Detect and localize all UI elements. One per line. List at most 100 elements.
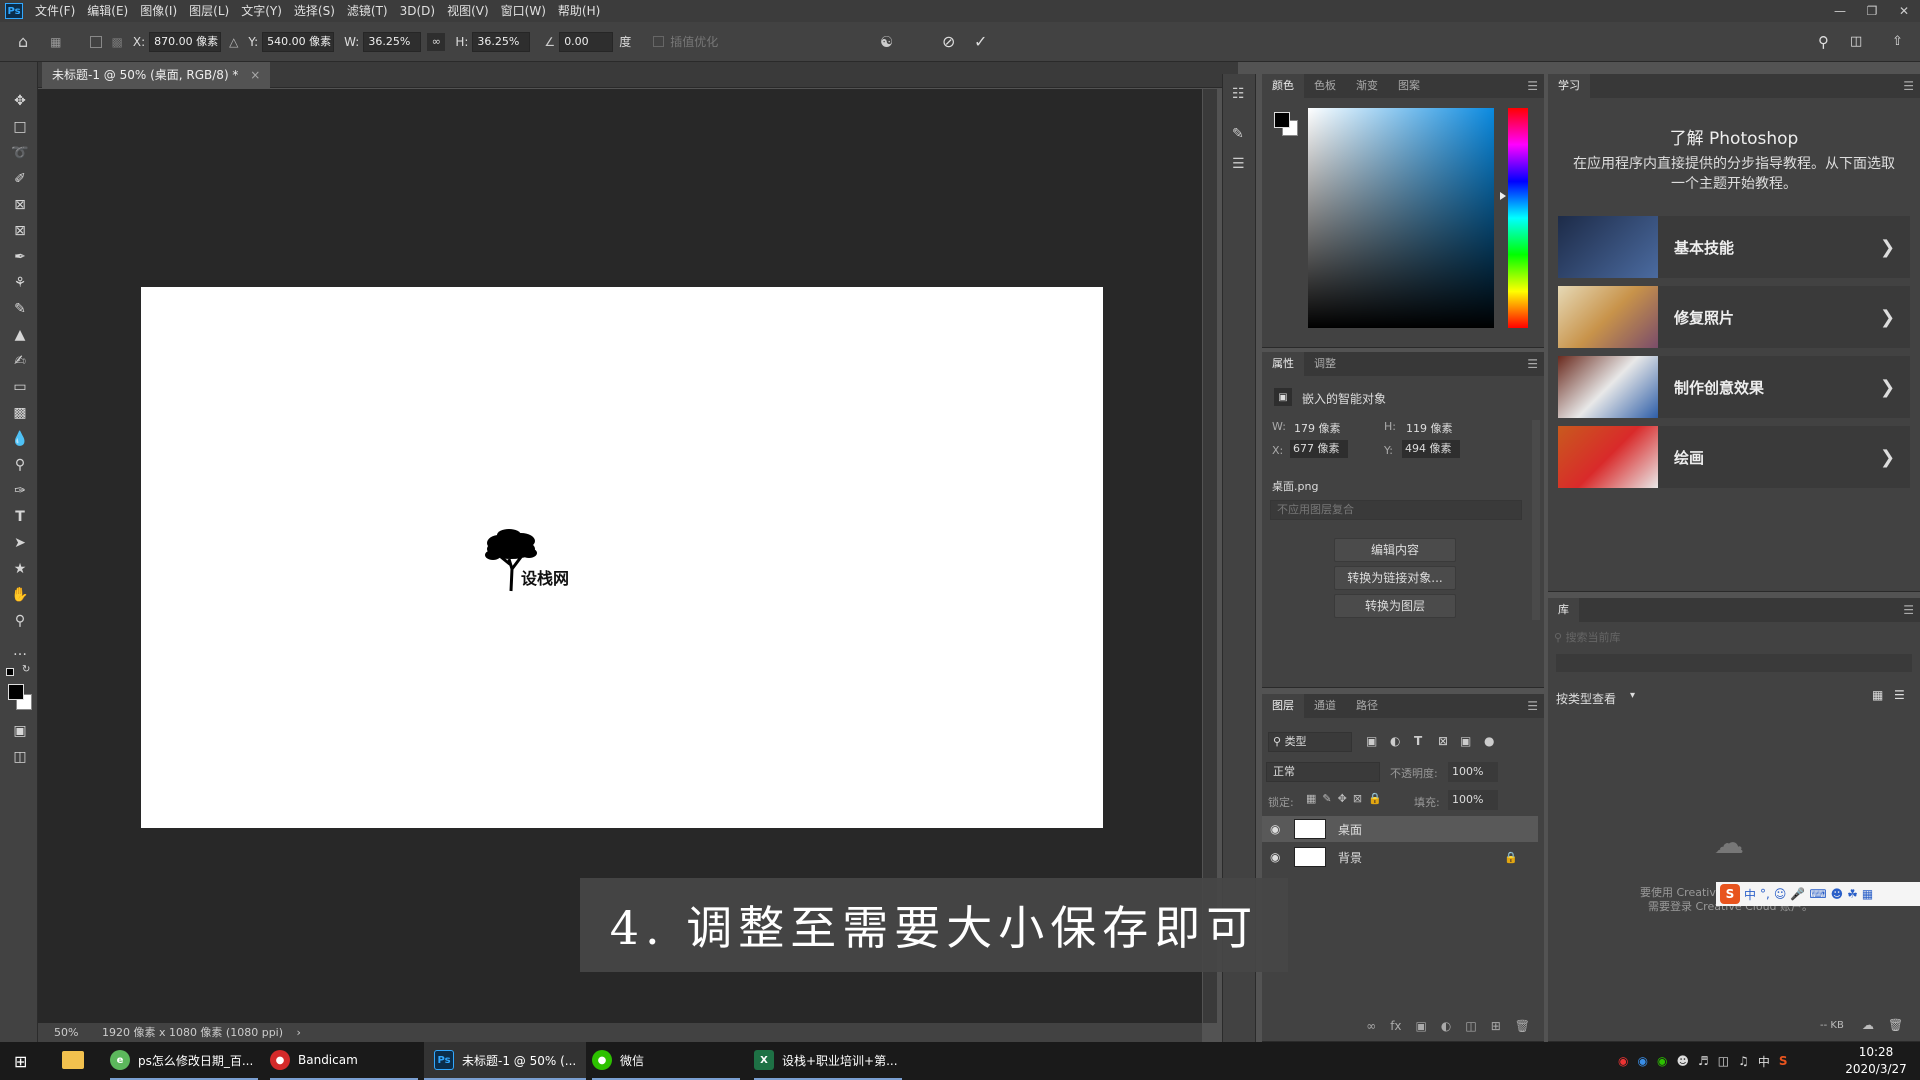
swap-colors-icon[interactable]: ↻	[22, 664, 30, 675]
zoom-level[interactable]: 50%	[54, 1026, 78, 1039]
share-icon[interactable]: ⇧	[1892, 34, 1903, 49]
stamp-tool-icon[interactable]: ▲	[9, 324, 31, 346]
quick-mask-icon[interactable]: ▣	[9, 720, 31, 742]
color-field[interactable]	[1308, 108, 1494, 328]
fill-input[interactable]: 100%	[1448, 790, 1498, 810]
dodge-tool-icon[interactable]: ⚲	[9, 454, 31, 476]
healing-brush-tool-icon[interactable]: ⚘	[9, 272, 31, 294]
library-delete-icon[interactable]: 🗑	[1888, 1018, 1903, 1032]
prop-h-value[interactable]: 119 像素	[1406, 420, 1453, 436]
tray-person-icon[interactable]: ☻	[1676, 1054, 1689, 1068]
ime-skin-icon[interactable]: ☘	[1847, 887, 1858, 901]
restore-icon[interactable]: ❐	[1856, 0, 1888, 22]
edit-contents-button[interactable]: 编辑内容	[1334, 538, 1456, 562]
panel-menu-icon[interactable]: ☰	[1527, 74, 1538, 98]
tray-shield-icon[interactable]: ◉	[1637, 1054, 1647, 1068]
menu-edit[interactable]: 编辑(E)	[81, 0, 134, 22]
panel-foreground-color-swatch[interactable]	[1274, 112, 1290, 128]
add-mask-icon[interactable]: ▣	[1416, 1019, 1427, 1033]
filter-pixel-icon[interactable]: ▣	[1366, 734, 1377, 748]
screen-mode-icon[interactable]: ◫	[9, 746, 31, 768]
taskbar-item-excel[interactable]: X 设栈+职业培训+第...	[754, 1042, 902, 1080]
hue-slider[interactable]	[1508, 108, 1528, 328]
new-layer-icon[interactable]: ⊞	[1491, 1019, 1501, 1033]
close-icon[interactable]: ✕	[1888, 0, 1920, 22]
list-view-icon[interactable]: ☰	[1894, 688, 1905, 702]
tab-layers[interactable]: 图层	[1262, 694, 1304, 718]
taskbar-clock[interactable]: 10:28 2020/3/27	[1840, 1044, 1912, 1078]
learn-card-basic-skills[interactable]: 基本技能 ❯	[1558, 216, 1910, 278]
document-tab[interactable]: 未标题-1 @ 50% (桌面, RGB/8) * ×	[42, 62, 271, 88]
adjustment-layer-icon[interactable]: ◐	[1441, 1019, 1451, 1033]
ime-user-icon[interactable]: ☻	[1831, 887, 1844, 901]
h-input[interactable]: 36.25%	[472, 31, 531, 52]
ime-voice-icon[interactable]: 🎤	[1790, 887, 1805, 901]
layer-row[interactable]: ◉ 背景 🔒	[1262, 844, 1538, 870]
ime-emoji-icon[interactable]: ☺	[1774, 887, 1787, 901]
tray-record-icon[interactable]: ◉	[1618, 1054, 1628, 1068]
layer-row[interactable]: ◉ 桌面	[1262, 816, 1538, 842]
taskbar-item-bandicam[interactable]: ● Bandicam	[270, 1042, 418, 1080]
learn-card-fix-photo[interactable]: 修复照片 ❯	[1558, 286, 1910, 348]
layer-comp-select[interactable]: 不应用图层复合	[1270, 500, 1522, 520]
pen-tool-icon[interactable]: ✑	[9, 480, 31, 502]
tab-channels[interactable]: 通道	[1304, 694, 1346, 718]
menu-layer[interactable]: 图层(L)	[183, 0, 235, 22]
prop-x-input[interactable]: 677 像素	[1290, 440, 1348, 458]
more-tools-icon[interactable]: …	[9, 640, 31, 662]
ime-keyboard-icon[interactable]: ⌨	[1809, 887, 1826, 901]
quick-select-tool-icon[interactable]: ✐	[9, 168, 31, 190]
learn-card-painting[interactable]: 绘画 ❯	[1558, 426, 1910, 488]
move-tool-icon[interactable]: ✥	[9, 90, 31, 112]
layer-name[interactable]: 背景	[1338, 849, 1504, 866]
tray-network-icon[interactable]: ◫	[1718, 1054, 1729, 1068]
taskbar-item-browser[interactable]: e ps怎么修改日期_百...	[110, 1042, 258, 1080]
home-icon[interactable]: ⌂	[18, 32, 28, 51]
filter-adjust-icon[interactable]: ◐	[1390, 734, 1400, 748]
menu-type[interactable]: 文字(Y)	[235, 0, 288, 22]
panel-menu-icon[interactable]: ☰	[1527, 694, 1538, 718]
document-canvas[interactable]: 设栈网	[141, 287, 1103, 828]
x-input[interactable]: 870.00 像素	[149, 31, 222, 52]
grid-view-icon[interactable]: ▦	[1872, 688, 1883, 702]
filter-toggle-icon[interactable]: ●	[1484, 734, 1494, 748]
document-info[interactable]: 1920 像素 x 1080 像素 (1080 ppi)	[102, 1026, 283, 1039]
reference-point-checkbox[interactable]	[89, 35, 102, 48]
w-input[interactable]: 36.25%	[363, 31, 422, 52]
properties-scrollbar[interactable]	[1532, 420, 1540, 620]
library-view-select[interactable]: 按类型查看	[1556, 690, 1616, 707]
history-panel-icon[interactable]: ☷	[1232, 86, 1245, 102]
library-select[interactable]	[1556, 654, 1912, 672]
panel-menu-icon[interactable]: ☰	[1903, 74, 1914, 98]
minimize-icon[interactable]: —	[1824, 0, 1856, 22]
panel-menu-icon[interactable]: ☰	[1903, 598, 1914, 622]
type-tool-icon[interactable]: T	[9, 506, 31, 528]
ime-toolbar[interactable]: S 中 °, ☺ 🎤 ⌨ ☻ ☘ ▦	[1716, 882, 1920, 906]
link-icon[interactable]: ∞	[427, 32, 446, 51]
eyedropper-tool-icon[interactable]: ✒	[9, 246, 31, 268]
warp-icon[interactable]: ☯	[880, 33, 893, 51]
convert-to-layers-button[interactable]: 转换为图层	[1334, 594, 1456, 618]
delta-icon[interactable]: △	[229, 35, 238, 49]
cloud-sync-icon[interactable]: ☁	[1862, 1018, 1874, 1032]
tray-speaker-icon[interactable]: ♬	[1698, 1054, 1709, 1068]
gradient-tool-icon[interactable]: ▩	[9, 402, 31, 424]
opacity-input[interactable]: 100%	[1448, 762, 1498, 782]
tray-sogou-icon[interactable]: S	[1779, 1054, 1788, 1068]
menu-select[interactable]: 选择(S)	[288, 0, 341, 22]
y-input[interactable]: 540.00 像素	[262, 31, 335, 52]
brush-settings-icon[interactable]: ✎	[1232, 126, 1244, 142]
layer-name[interactable]: 桌面	[1338, 821, 1362, 838]
filter-shape-icon[interactable]: ⊠	[1438, 734, 1448, 748]
hand-tool-icon[interactable]: ✋	[9, 584, 31, 606]
zoom-tool-icon[interactable]: ⚲	[9, 610, 31, 632]
ime-chinese-mode[interactable]: 中	[1744, 886, 1756, 903]
filter-type-icon[interactable]: T	[1414, 734, 1422, 748]
blend-mode-select[interactable]: 正常	[1266, 762, 1380, 782]
ime-punct-icon[interactable]: °,	[1760, 887, 1770, 901]
tab-swatches[interactable]: 色板	[1304, 74, 1346, 98]
prop-w-value[interactable]: 179 像素	[1294, 420, 1341, 436]
menu-3d[interactable]: 3D(D)	[394, 0, 441, 22]
tab-paths[interactable]: 路径	[1346, 694, 1388, 718]
path-select-tool-icon[interactable]: ➤	[9, 532, 31, 554]
